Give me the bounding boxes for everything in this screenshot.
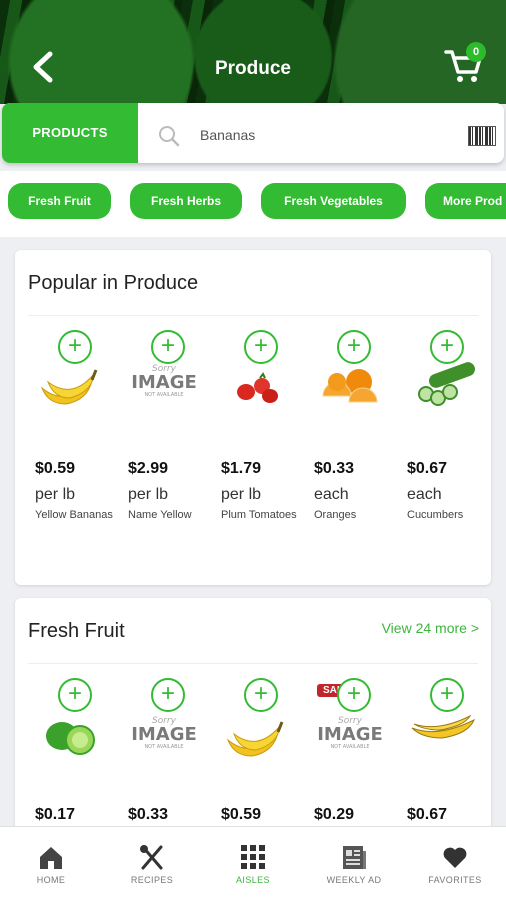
product-card[interactable]: + $0.67 each Cucumbers xyxy=(400,330,490,550)
view-more-link[interactable]: View 24 more > xyxy=(382,620,479,636)
search-icon xyxy=(159,126,180,147)
products-tab[interactable]: PRODUCTS xyxy=(2,103,138,163)
product-name: Yellow Bananas xyxy=(35,509,113,521)
product-price: $0.29 xyxy=(314,806,355,823)
add-to-cart-button[interactable]: + xyxy=(430,678,464,712)
product-card[interactable]: + $0.59 xyxy=(214,678,304,838)
product-card[interactable]: + $0.17 xyxy=(28,678,118,838)
nav-label: FAVORITES xyxy=(428,875,482,885)
add-to-cart-button[interactable]: + xyxy=(244,678,278,712)
fresh-fruit-card: Fresh Fruit View 24 more > + $0.17 + Sor… xyxy=(15,598,491,838)
product-card[interactable]: + $1.79 per lb Plum Tomatoes xyxy=(214,330,304,550)
lime-image xyxy=(46,722,95,755)
product-price: $0.33 xyxy=(314,460,355,477)
home-icon xyxy=(40,847,62,869)
product-price: $0.59 xyxy=(35,460,76,477)
product-price: $0.59 xyxy=(221,806,262,823)
orange-image xyxy=(322,369,378,403)
product-price: $0.67 xyxy=(407,806,448,823)
banana-image xyxy=(40,369,98,405)
nav-label: HOME xyxy=(36,875,66,885)
add-to-cart-button[interactable]: + xyxy=(151,678,185,712)
product-price: $1.79 xyxy=(221,460,262,477)
product-price: $0.33 xyxy=(128,806,169,823)
chip-fresh-herbs[interactable]: Fresh Herbs xyxy=(130,183,242,219)
product-name: Cucumbers xyxy=(407,509,464,521)
nav-home[interactable]: HOME xyxy=(1,827,101,900)
divider xyxy=(28,663,478,664)
product-price: $0.17 xyxy=(35,806,76,823)
image-not-available-placeholder: Sorry IMAGE NOT AVAILABLE xyxy=(131,716,197,750)
image-not-available-placeholder: Sorry IMAGE NOT AVAILABLE xyxy=(317,716,383,750)
nav-label: RECIPES xyxy=(130,875,174,885)
chip-more-products[interactable]: More Prod xyxy=(425,183,506,219)
chip-fresh-fruit[interactable]: Fresh Fruit xyxy=(8,183,111,219)
product-unit: per lb xyxy=(128,486,169,503)
add-to-cart-button[interactable]: + xyxy=(337,678,371,712)
add-to-cart-button[interactable]: + xyxy=(58,678,92,712)
tomato-image xyxy=(237,372,278,403)
chip-fresh-vegetables[interactable]: Fresh Vegetables xyxy=(261,183,406,219)
popular-card: Popular in Produce + $0.59 per lb Yellow… xyxy=(15,250,491,585)
product-card[interactable]: + Sorry IMAGE NOT AVAILABLE $0.33 xyxy=(121,678,211,838)
add-to-cart-button[interactable]: + xyxy=(337,330,371,364)
heart-icon xyxy=(443,847,467,868)
fresh-fruit-title: Fresh Fruit xyxy=(28,620,125,642)
product-card[interactable]: + $0.33 each Oranges xyxy=(307,330,397,550)
product-name: Plum Tomatoes xyxy=(221,509,297,521)
product-name: Oranges xyxy=(314,509,357,521)
product-card[interactable]: + $0.59 per lb Yellow Bananas xyxy=(28,330,118,550)
add-to-cart-button[interactable]: + xyxy=(244,330,278,364)
product-unit: each xyxy=(407,486,442,503)
nav-aisles[interactable]: AISLES xyxy=(203,827,303,900)
product-unit: per lb xyxy=(35,486,76,503)
image-not-available-placeholder: Sorry IMAGE NOT AVAILABLE xyxy=(131,364,197,398)
cucumber-image xyxy=(418,362,475,406)
search-input[interactable] xyxy=(200,123,450,147)
nav-label: WEEKLY AD xyxy=(326,875,382,885)
nav-label: AISLES xyxy=(236,875,270,885)
header-banner: Produce 0 xyxy=(0,0,506,104)
popular-title: Popular in Produce xyxy=(28,272,199,294)
plantain-image xyxy=(411,714,475,739)
product-card[interactable]: SALE + Sorry IMAGE NOT AVAILABLE $0.29 xyxy=(307,678,397,838)
cart-count-badge: 0 xyxy=(466,42,486,62)
add-to-cart-button[interactable]: + xyxy=(58,330,92,364)
add-to-cart-button[interactable]: + xyxy=(430,330,464,364)
product-card[interactable]: + $0.67 xyxy=(400,678,490,838)
add-to-cart-button[interactable]: + xyxy=(151,330,185,364)
divider xyxy=(28,315,478,316)
product-price: $0.67 xyxy=(407,460,448,477)
page-title: Produce xyxy=(214,58,292,79)
banana-image xyxy=(226,721,284,757)
product-price: $2.99 xyxy=(128,460,169,477)
recipes-icon xyxy=(140,845,163,870)
product-card[interactable]: + Sorry IMAGE NOT AVAILABLE $2.99 per lb… xyxy=(121,330,211,550)
weekly-ad-icon xyxy=(343,846,366,869)
product-unit: per lb xyxy=(221,486,262,503)
category-chips: Fresh Fruit Fresh Herbs Fresh Vegetables… xyxy=(0,171,506,237)
bottom-navigation: HOME RECIPES AISLES WEEKLY AD FAVORITES xyxy=(0,826,506,900)
product-name: Name Yellow xyxy=(128,509,192,521)
product-unit: each xyxy=(314,486,349,503)
nav-recipes[interactable]: RECIPES xyxy=(102,827,202,900)
nav-favorites[interactable]: FAVORITES xyxy=(405,827,505,900)
aisles-icon xyxy=(241,845,265,869)
barcode-scan-icon[interactable] xyxy=(468,126,496,146)
search-bar: PRODUCTS xyxy=(2,103,504,163)
nav-weekly-ad[interactable]: WEEKLY AD xyxy=(304,827,404,900)
